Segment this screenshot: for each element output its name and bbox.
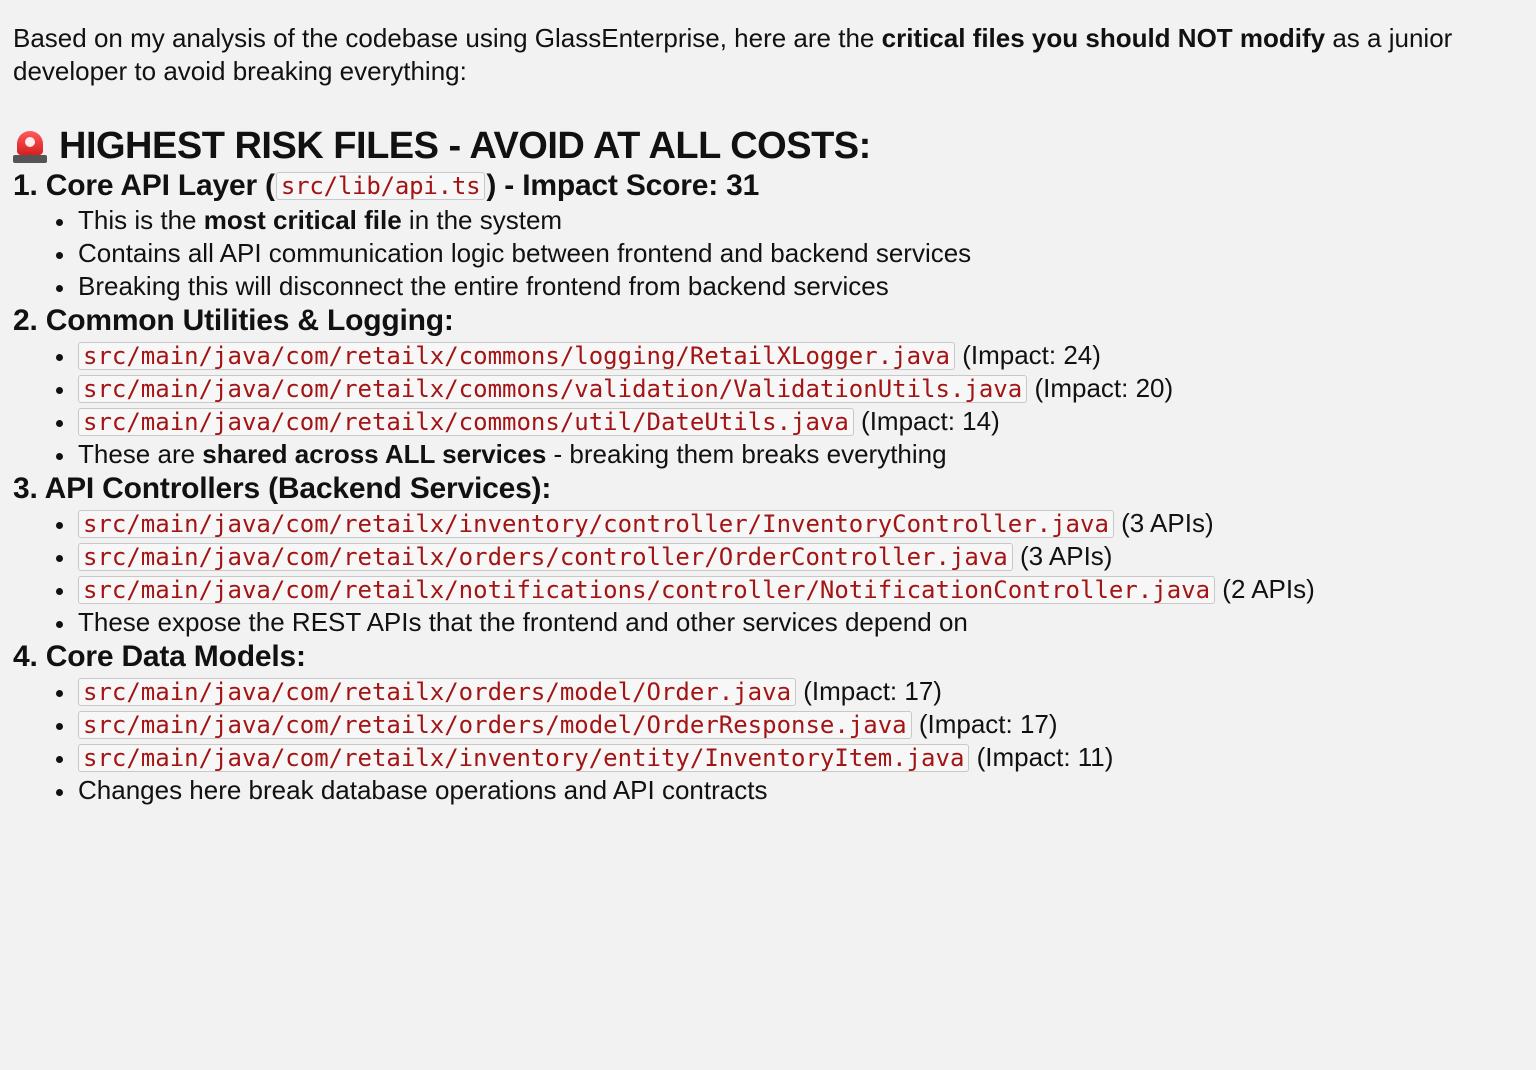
list-item-text: This is the — [78, 205, 204, 235]
list-item: Changes here break database operations a… — [54, 774, 1536, 807]
risk-heading: HIGHEST RISK FILES - AVOID AT ALL COSTS: — [13, 124, 1536, 168]
file-path-code: src/main/java/com/retailx/orders/model/O… — [78, 711, 912, 739]
intro-paragraph: Based on my analysis of the codebase usi… — [13, 22, 1513, 88]
section-list-core-data-models: src/main/java/com/retailx/orders/model/O… — [13, 675, 1536, 807]
list-item: src/main/java/com/retailx/orders/control… — [54, 540, 1536, 573]
list-item: This is the most critical file in the sy… — [54, 204, 1536, 237]
impact-note: (Impact: 17) — [918, 709, 1058, 739]
list-item: src/main/java/com/retailx/orders/model/O… — [54, 708, 1536, 741]
list-item: src/main/java/com/retailx/inventory/enti… — [54, 741, 1536, 774]
list-item: Contains all API communication logic bet… — [54, 237, 1536, 270]
file-path-code: src/main/java/com/retailx/orders/control… — [78, 543, 1013, 571]
list-item-text: - breaking them breaks everything — [546, 439, 947, 469]
list-item: src/main/java/com/retailx/commons/util/D… — [54, 405, 1536, 438]
impact-note: (Impact: 11) — [976, 742, 1114, 772]
list-item: These expose the REST APIs that the fron… — [54, 606, 1536, 639]
impact-note: (Impact: 24) — [962, 340, 1101, 370]
api-count-note: (3 APIs) — [1019, 541, 1113, 571]
list-item: src/main/java/com/retailx/notifications/… — [54, 573, 1536, 606]
section-list-common-utilities: src/main/java/com/retailx/commons/loggin… — [13, 339, 1536, 471]
list-item: src/main/java/com/retailx/commons/valida… — [54, 372, 1536, 405]
intro-emphasis: critical files you should NOT modify — [881, 23, 1326, 53]
file-path-code: src/main/java/com/retailx/commons/valida… — [78, 375, 1028, 403]
section-heading-common-utilities: 2. Common Utilities & Logging: — [13, 304, 454, 337]
file-path-code: src/main/java/com/retailx/notifications/… — [78, 576, 1216, 604]
section-heading-post: ) - Impact Score: 31 — [486, 169, 760, 202]
siren-icon — [13, 129, 47, 163]
list-item: Breaking this will disconnect the entire… — [54, 270, 1536, 303]
file-path-code: src/main/java/com/retailx/orders/model/O… — [78, 678, 797, 706]
list-item: src/main/java/com/retailx/commons/loggin… — [54, 339, 1536, 372]
impact-note: (Impact: 17) — [803, 676, 942, 706]
section-list-core-api: This is the most critical file in the sy… — [13, 204, 1536, 303]
list-item: src/main/java/com/retailx/orders/model/O… — [54, 675, 1536, 708]
list-item-text: in the system — [401, 205, 563, 235]
api-count-note: (2 APIs) — [1222, 574, 1315, 604]
section-heading-pre: 1. Core API Layer ( — [13, 169, 275, 202]
list-item-emphasis: shared across ALL services — [202, 439, 547, 469]
impact-note: (Impact: 14) — [861, 406, 1000, 436]
intro-text-start: Based on my analysis of the codebase usi… — [13, 23, 882, 53]
impact-note: (Impact: 20) — [1034, 373, 1174, 403]
file-path-code: src/main/java/com/retailx/inventory/cont… — [78, 510, 1114, 538]
file-path-code: src/main/java/com/retailx/inventory/enti… — [78, 744, 970, 772]
risk-heading-text: HIGHEST RISK FILES - AVOID AT ALL COSTS: — [59, 125, 871, 167]
file-path-code: src/lib/api.ts — [275, 172, 486, 200]
section-heading-core-api: 1. Core API Layer ( src/lib/api.ts ) - I… — [13, 168, 1536, 204]
list-item-emphasis: most critical file — [203, 205, 402, 235]
file-path-code: src/main/java/com/retailx/commons/util/D… — [78, 408, 854, 436]
list-item: src/main/java/com/retailx/inventory/cont… — [54, 507, 1536, 540]
api-count-note: (3 APIs) — [1121, 508, 1214, 538]
section-heading-api-controllers: 3. API Controllers (Backend Services): — [13, 472, 552, 505]
chat-response: Based on my analysis of the codebase usi… — [0, 0, 1536, 1070]
list-item-text: These are — [78, 439, 203, 469]
section-list-api-controllers: src/main/java/com/retailx/inventory/cont… — [13, 507, 1536, 639]
list-item: These are shared across ALL services - b… — [54, 438, 1536, 471]
section-heading-core-data-models: 4. Core Data Models: — [13, 640, 306, 673]
file-path-code: src/main/java/com/retailx/commons/loggin… — [78, 342, 955, 370]
